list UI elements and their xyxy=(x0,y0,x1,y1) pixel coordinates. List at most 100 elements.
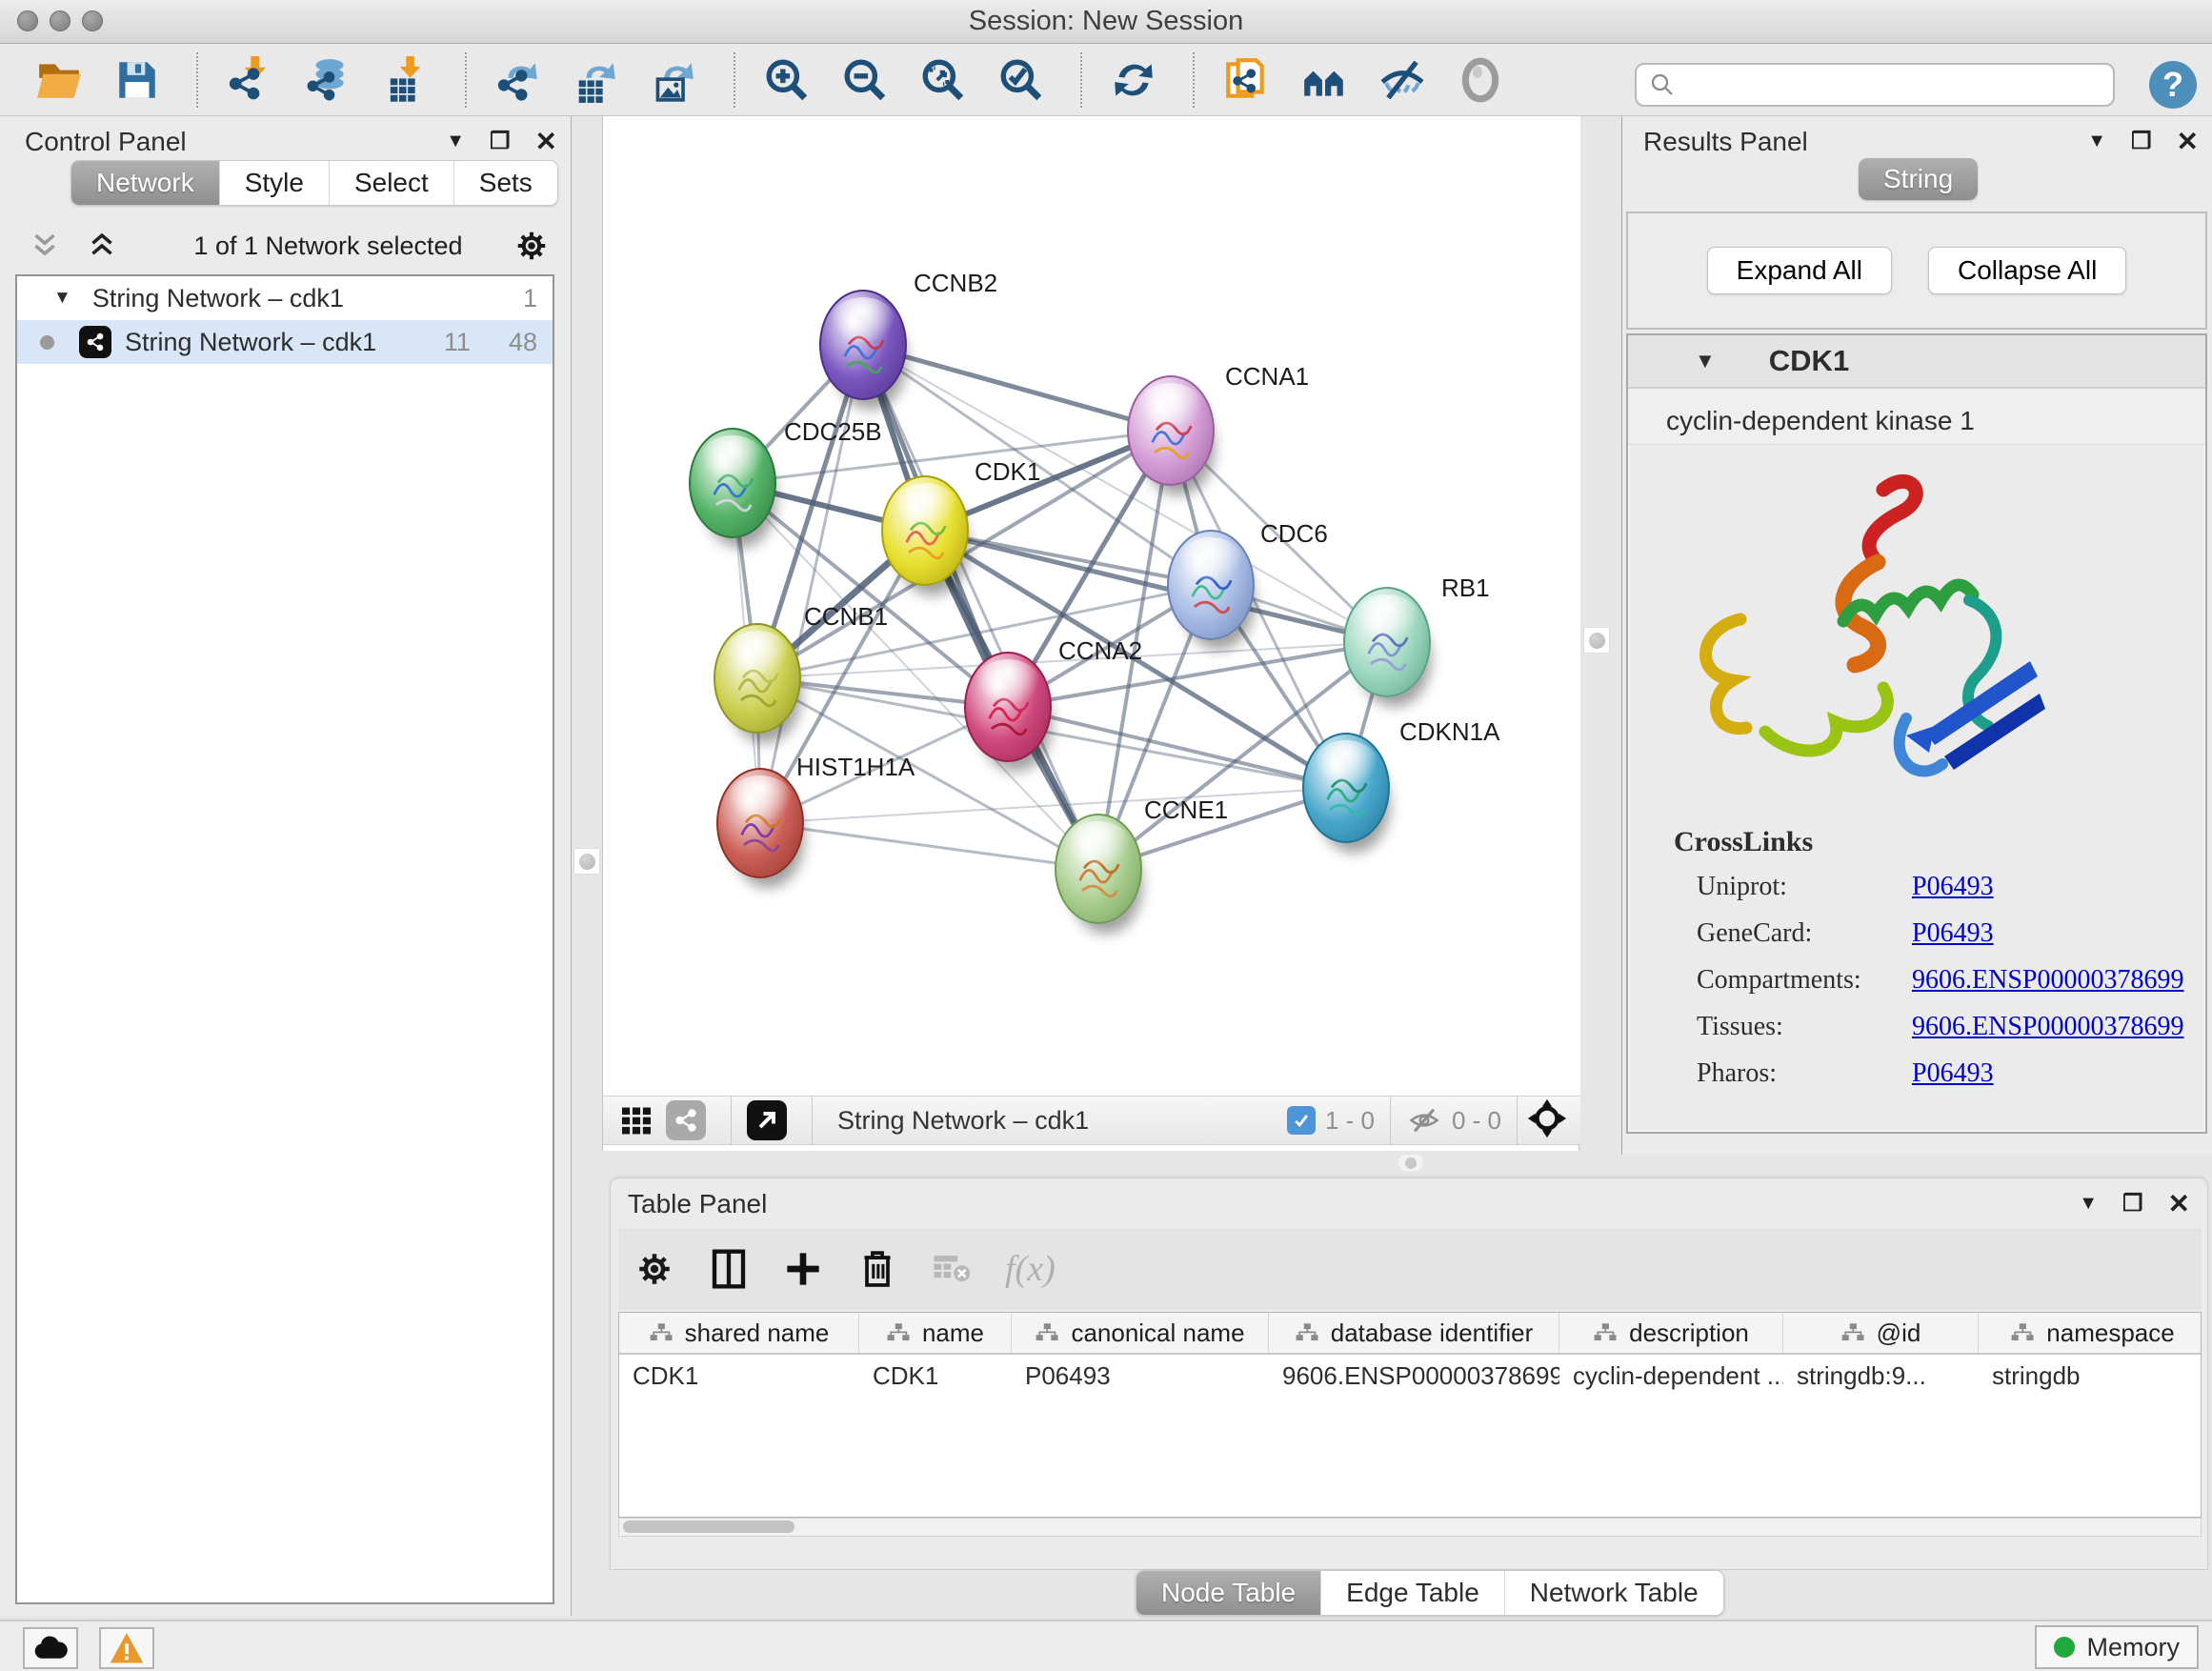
crosslink-link[interactable]: P06493 xyxy=(1912,1058,1994,1089)
network-node-CDKN1A[interactable] xyxy=(1302,733,1390,843)
network-node-CCNB2[interactable] xyxy=(819,290,907,400)
column-header-name[interactable]: name xyxy=(859,1313,1012,1353)
right-splitter-handle[interactable] xyxy=(1583,627,1610,654)
birdseye-toggle-icon[interactable] xyxy=(1527,1098,1567,1143)
help-button[interactable]: ? xyxy=(2149,61,2197,109)
column-header-namespace[interactable]: namespace xyxy=(1979,1313,2202,1353)
string-style-icon[interactable] xyxy=(666,1100,706,1140)
minimize-window-icon[interactable] xyxy=(50,10,70,31)
hide-selected-icon[interactable] xyxy=(1376,53,1429,107)
window-controls[interactable] xyxy=(17,10,103,31)
zoom-selected-icon[interactable] xyxy=(995,53,1048,107)
table-hscrollbar[interactable] xyxy=(618,1518,2202,1537)
add-column-icon[interactable] xyxy=(782,1248,824,1290)
panel-close-icon[interactable]: ✕ xyxy=(2168,1188,2190,1219)
edge-CCNB2-CCNA1[interactable] xyxy=(863,345,1171,431)
network-row[interactable]: String Network – cdk1 11 48 xyxy=(17,320,553,364)
tab-string[interactable]: String xyxy=(1859,158,1978,200)
collapse-all-button[interactable]: Collapse All xyxy=(1928,247,2126,294)
tab-style[interactable]: Style xyxy=(220,161,330,205)
network-collection-row[interactable]: ▼ String Network – cdk1 1 xyxy=(17,276,553,320)
expand-all-icon[interactable] xyxy=(86,232,118,260)
column-header-canonical-name[interactable]: canonical name xyxy=(1012,1313,1269,1353)
show-columns-icon[interactable] xyxy=(708,1248,750,1290)
table-row[interactable]: CDK1CDK1P064939606.ENSP00000378699cyclin… xyxy=(619,1355,2201,1397)
selected-nodes-checkbox[interactable] xyxy=(1287,1106,1316,1135)
left-splitter-handle[interactable] xyxy=(573,848,600,875)
memory-button[interactable]: Memory xyxy=(2035,1625,2199,1669)
open-session-icon[interactable] xyxy=(32,53,86,107)
table-settings-gear-icon[interactable] xyxy=(633,1248,675,1290)
table-cell[interactable]: 9606.ENSP00000378699 xyxy=(1269,1355,1559,1397)
cloud-button[interactable] xyxy=(23,1627,78,1669)
network-node-CDK1[interactable] xyxy=(881,475,969,586)
network-node-CCNE1[interactable] xyxy=(1055,814,1142,924)
panel-float-icon[interactable]: ❒ xyxy=(490,128,511,155)
crosslink-link[interactable]: P06493 xyxy=(1912,918,1994,949)
panel-float-icon[interactable]: ❒ xyxy=(2122,1190,2143,1218)
gear-icon[interactable] xyxy=(513,228,550,264)
panel-float-icon[interactable]: ❒ xyxy=(2131,128,2152,155)
open-in-window-icon[interactable] xyxy=(747,1100,787,1140)
zoom-fit-icon[interactable] xyxy=(916,53,970,107)
crosslink-link[interactable]: P06493 xyxy=(1912,872,1994,902)
edge-HIST1H1A-CCNE1[interactable] xyxy=(760,823,1098,869)
scrollbar-thumb[interactable] xyxy=(623,1520,794,1533)
crosslink-link[interactable]: 9606.ENSP00000378699 xyxy=(1912,965,2183,996)
table-cell[interactable]: cyclin-dependent ... xyxy=(1559,1355,1783,1397)
clone-network-icon[interactable] xyxy=(1219,53,1273,107)
network-node-CDC25B[interactable] xyxy=(689,428,776,538)
tab-select[interactable]: Select xyxy=(330,161,454,205)
export-image-icon[interactable] xyxy=(648,53,701,107)
network-node-RB1[interactable] xyxy=(1343,587,1431,697)
show-all-icon[interactable] xyxy=(1454,53,1507,107)
zoom-out-icon[interactable] xyxy=(838,53,892,107)
import-network-database-icon[interactable] xyxy=(301,53,354,107)
column-header-database-identifier[interactable]: database identifier xyxy=(1269,1313,1559,1353)
panel-menu-icon[interactable]: ▼ xyxy=(2087,131,2106,152)
zoom-in-icon[interactable] xyxy=(760,53,814,107)
column-header-description[interactable]: description xyxy=(1559,1313,1783,1353)
panel-close-icon[interactable]: ✕ xyxy=(2177,126,2199,157)
tree-expand-icon[interactable]: ▼ xyxy=(53,288,71,309)
edge-CCNA2-CDKN1A[interactable] xyxy=(1008,707,1346,788)
table-cell[interactable]: P06493 xyxy=(1012,1355,1269,1397)
edge-CCNB2-CCNE1[interactable] xyxy=(863,345,1098,869)
warning-button[interactable] xyxy=(99,1627,154,1669)
tab-sets[interactable]: Sets xyxy=(454,161,557,205)
gene-header[interactable]: ▼ CDK1 xyxy=(1628,335,2205,389)
first-neighbors-icon[interactable] xyxy=(1297,53,1351,107)
close-window-icon[interactable] xyxy=(17,10,38,31)
tab-edge-table[interactable]: Edge Table xyxy=(1321,1571,1505,1615)
tab-network-table[interactable]: Network Table xyxy=(1505,1571,1723,1615)
node-table[interactable]: shared namenamecanonical namedatabase id… xyxy=(618,1312,2202,1518)
search-input[interactable] xyxy=(1677,70,2086,100)
column-header-shared-name[interactable]: shared name xyxy=(619,1313,859,1353)
collapse-all-icon[interactable] xyxy=(29,232,61,260)
network-node-CDC6[interactable] xyxy=(1167,530,1255,640)
table-cell[interactable]: stringdb:9... xyxy=(1783,1355,1979,1397)
save-session-icon[interactable] xyxy=(111,53,164,107)
delete-column-trash-icon[interactable] xyxy=(856,1248,898,1290)
table-cell[interactable]: CDK1 xyxy=(859,1355,1012,1397)
table-cell[interactable]: CDK1 xyxy=(619,1355,859,1397)
tab-network[interactable]: Network xyxy=(71,161,220,205)
network-node-CCNA2[interactable] xyxy=(964,652,1052,762)
search-box[interactable] xyxy=(1635,63,2115,107)
grid-view-icon[interactable] xyxy=(616,1100,656,1140)
panel-menu-icon[interactable]: ▼ xyxy=(446,131,465,152)
network-node-HIST1H1A[interactable] xyxy=(716,768,804,878)
expand-all-button[interactable]: Expand All xyxy=(1707,247,1892,294)
tab-node-table[interactable]: Node Table xyxy=(1136,1571,1321,1615)
import-network-icon[interactable] xyxy=(223,53,276,107)
maximize-window-icon[interactable] xyxy=(82,10,103,31)
panel-menu-icon[interactable]: ▼ xyxy=(2079,1193,2098,1215)
table-cell[interactable]: stringdb xyxy=(1979,1355,2202,1397)
export-table-icon[interactable] xyxy=(570,53,623,107)
network-canvas[interactable]: CCNB2 CCNA1 CDC25B CDK1 CDC6 RB1 CCNB1 C… xyxy=(603,116,1580,1096)
panel-close-icon[interactable]: ✕ xyxy=(535,126,557,157)
horizontal-splitter-handle[interactable] xyxy=(1398,1155,1423,1171)
import-table-icon[interactable] xyxy=(379,53,432,107)
export-network-icon[interactable] xyxy=(492,53,545,107)
crosslink-link[interactable]: 9606.ENSP00000378699 xyxy=(1912,1012,2183,1042)
